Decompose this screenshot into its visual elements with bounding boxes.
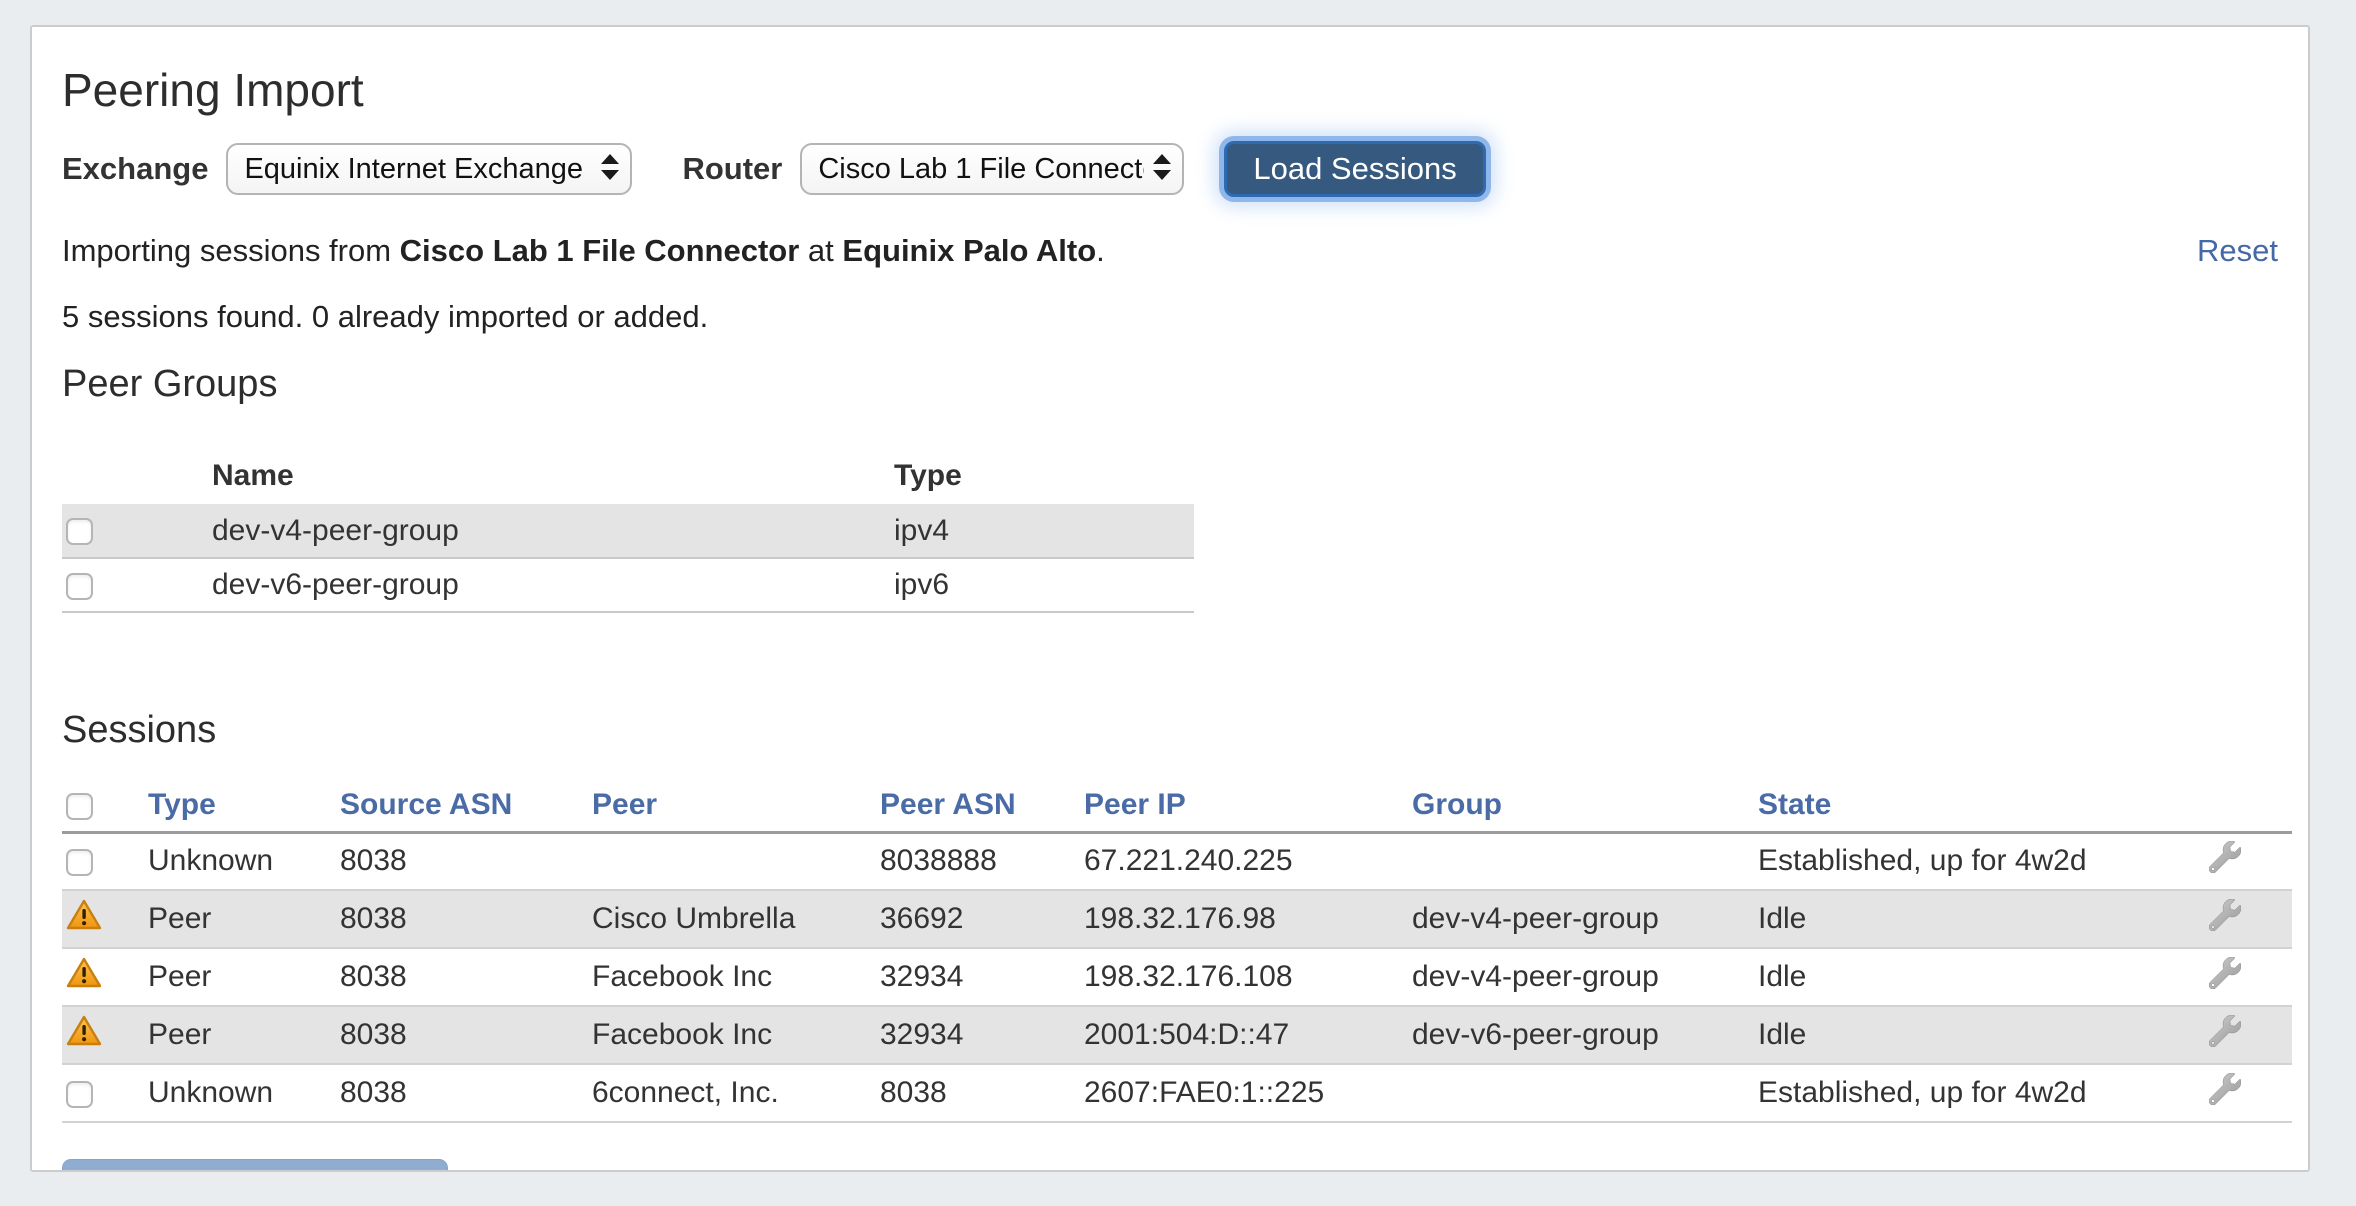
router-select-value: Cisco Lab 1 File Connector — [818, 153, 1144, 186]
session-row: Unknown 8038 6connect, Inc. 8038 2607:FA… — [62, 1064, 2292, 1122]
cell-source-asn: 8038 — [340, 1064, 592, 1122]
page-title: Peering Import — [62, 63, 2278, 117]
wrench-icon[interactable] — [2209, 841, 2241, 881]
sessions-summary: 5 sessions found. 0 already imported or … — [62, 299, 2278, 335]
cell-state: Established, up for 4w2d — [1758, 832, 2158, 890]
col-header-type[interactable]: Type — [148, 780, 340, 832]
cell-source-asn: 8038 — [340, 948, 592, 1006]
exchange-select[interactable]: Equinix Internet Exchange Palo Alto — [226, 143, 632, 195]
row-checkbox[interactable] — [66, 518, 93, 545]
cell-peer-asn: 32934 — [880, 948, 1084, 1006]
cell-peer: Facebook Inc — [592, 1006, 880, 1064]
warning-triangle-icon — [66, 1015, 102, 1055]
col-header-actions — [2158, 780, 2292, 832]
col-header-peer-asn[interactable]: Peer ASN — [880, 780, 1084, 832]
cell-group — [1412, 1064, 1758, 1122]
exchange-select-value: Equinix Internet Exchange Palo Alto — [244, 153, 592, 186]
router-label: Router — [682, 151, 782, 187]
cell-peer-asn: 8038 — [880, 1064, 1084, 1122]
col-header-group[interactable]: Group — [1412, 780, 1758, 832]
cell-type: Peer — [148, 1006, 340, 1064]
cell-peer-asn: 32934 — [880, 1006, 1084, 1064]
peer-groups-header-row: Name Type — [62, 448, 1194, 504]
row-checkbox[interactable] — [66, 573, 93, 600]
connector-name: Cisco Lab 1 File Connector — [400, 233, 800, 268]
import-selected-button[interactable]: Import Selected Sessions — [62, 1159, 448, 1172]
peering-import-panel: Peering Import Exchange Equinix Internet… — [30, 25, 2310, 1172]
wrench-icon[interactable] — [2209, 957, 2241, 997]
peer-groups-heading: Peer Groups — [62, 363, 2278, 406]
peer-groups-select-col — [62, 448, 212, 504]
session-row: Peer 8038 Cisco Umbrella 36692 198.32.17… — [62, 890, 2292, 948]
status-row: Importing sessions from Cisco Lab 1 File… — [62, 233, 2278, 269]
peer-groups-table: Name Type dev-v4-peer-group ipv4 dev-v6-… — [62, 448, 1194, 613]
footer-row: Import Selected Sessions Reset — [62, 1159, 2278, 1172]
cell-peer-ip: 198.32.176.98 — [1084, 890, 1412, 948]
importing-status-text: Importing sessions from Cisco Lab 1 File… — [62, 233, 1105, 269]
warning-triangle-icon — [66, 899, 102, 939]
cell-group-name: dev-v4-peer-group — [212, 504, 894, 558]
col-header-state[interactable]: State — [1758, 780, 2158, 832]
session-row: Unknown 8038 8038888 67.221.240.225 Esta… — [62, 832, 2292, 890]
exchange-name: Equinix Palo Alto — [842, 233, 1096, 268]
col-header-type: Type — [894, 448, 1194, 504]
wrench-icon[interactable] — [2209, 1073, 2241, 1113]
cell-peer — [592, 832, 880, 890]
row-checkbox[interactable] — [66, 849, 93, 876]
exchange-label: Exchange — [62, 151, 208, 187]
cell-group: dev-v6-peer-group — [1412, 1006, 1758, 1064]
cell-source-asn: 8038 — [340, 890, 592, 948]
updown-arrows-icon — [1152, 153, 1172, 186]
warning-triangle-icon — [66, 957, 102, 997]
row-checkbox[interactable] — [66, 1081, 93, 1108]
cell-state: Idle — [1758, 890, 2158, 948]
col-header-source-asn[interactable]: Source ASN — [340, 780, 592, 832]
peer-group-row: dev-v6-peer-group ipv6 — [62, 558, 1194, 612]
cell-type: Unknown — [148, 832, 340, 890]
wrench-icon[interactable] — [2209, 1015, 2241, 1055]
cell-type: Peer — [148, 890, 340, 948]
cell-peer-ip: 198.32.176.108 — [1084, 948, 1412, 1006]
cell-state: Established, up for 4w2d — [1758, 1064, 2158, 1122]
cell-type: Unknown — [148, 1064, 340, 1122]
wrench-icon[interactable] — [2209, 899, 2241, 939]
cell-peer-asn: 8038888 — [880, 832, 1084, 890]
cell-peer-ip: 67.221.240.225 — [1084, 832, 1412, 890]
col-header-peer-ip[interactable]: Peer IP — [1084, 780, 1412, 832]
cell-peer: 6connect, Inc. — [592, 1064, 880, 1122]
cell-state: Idle — [1758, 948, 2158, 1006]
cell-type: Peer — [148, 948, 340, 1006]
cell-peer: Facebook Inc — [592, 948, 880, 1006]
col-header-peer[interactable]: Peer — [592, 780, 880, 832]
cell-state: Idle — [1758, 1006, 2158, 1064]
cell-source-asn: 8038 — [340, 832, 592, 890]
cell-group: dev-v4-peer-group — [1412, 948, 1758, 1006]
session-row: Peer 8038 Facebook Inc 32934 198.32.176.… — [62, 948, 2292, 1006]
updown-arrows-icon — [600, 153, 620, 186]
peer-group-row: dev-v4-peer-group ipv4 — [62, 504, 1194, 558]
reset-link-bottom[interactable]: Reset — [2197, 1167, 2278, 1172]
sessions-table: Type Source ASN Peer Peer ASN Peer IP Gr… — [62, 780, 2292, 1123]
col-header-name: Name — [212, 448, 894, 504]
reset-link-top[interactable]: Reset — [2197, 233, 2278, 269]
cell-group — [1412, 832, 1758, 890]
cell-peer-ip: 2001:504:D::47 — [1084, 1006, 1412, 1064]
sessions-header-row: Type Source ASN Peer Peer ASN Peer IP Gr… — [62, 780, 2292, 832]
cell-group-name: dev-v6-peer-group — [212, 558, 894, 612]
cell-peer-asn: 36692 — [880, 890, 1084, 948]
sessions-heading: Sessions — [62, 709, 2278, 752]
import-form-row: Exchange Equinix Internet Exchange Palo … — [62, 141, 2278, 197]
cell-peer: Cisco Umbrella — [592, 890, 880, 948]
load-sessions-button[interactable]: Load Sessions — [1224, 141, 1485, 197]
select-all-checkbox[interactable] — [66, 793, 93, 820]
cell-peer-ip: 2607:FAE0:1::225 — [1084, 1064, 1412, 1122]
cell-group: dev-v4-peer-group — [1412, 890, 1758, 948]
cell-group-type: ipv6 — [894, 558, 1194, 612]
cell-group-type: ipv4 — [894, 504, 1194, 558]
session-row: Peer 8038 Facebook Inc 32934 2001:504:D:… — [62, 1006, 2292, 1064]
router-select[interactable]: Cisco Lab 1 File Connector — [800, 143, 1184, 195]
cell-source-asn: 8038 — [340, 1006, 592, 1064]
